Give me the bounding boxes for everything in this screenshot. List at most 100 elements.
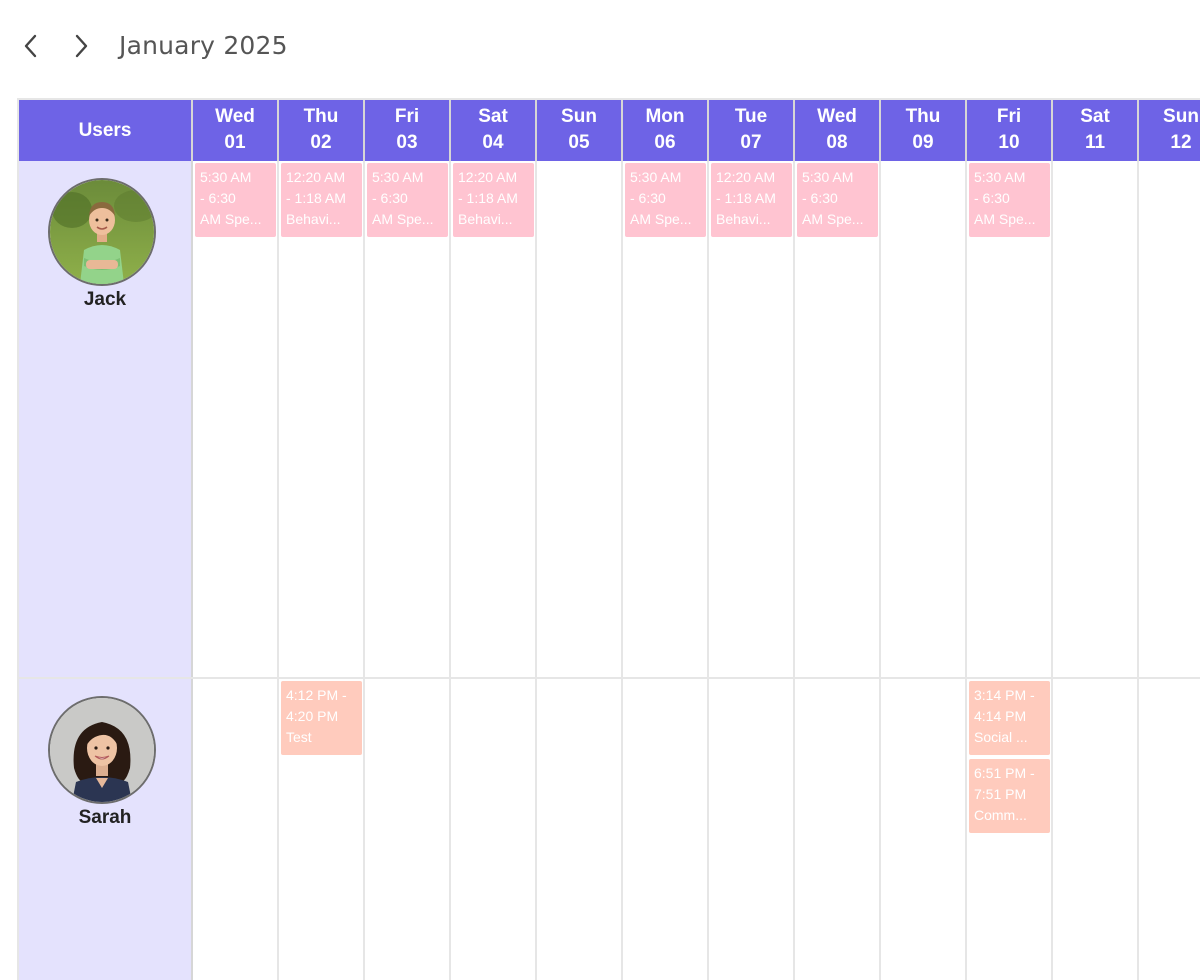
day-header[interactable]: Sun 12: [1139, 100, 1200, 161]
event-text-line: - 6:30: [630, 190, 666, 206]
day-cell[interactable]: 3:14 PM - 4:14 PM Social ... 6:51 PM - 7:51 …: [967, 679, 1053, 980]
day-number: 03: [396, 132, 418, 153]
event-text-line: 4:14 PM: [974, 708, 1027, 724]
avatar[interactable]: [48, 178, 156, 286]
user-name: Jack: [83, 289, 127, 310]
day-cell[interactable]: 12:20 AM - 1:18 AM Behavi...: [279, 161, 365, 677]
event-text-line: 4:20 PM: [286, 708, 339, 724]
user-cell: Jack: [19, 161, 193, 677]
day-header[interactable]: Sat 04: [451, 100, 537, 161]
day-header[interactable]: Mon 06: [623, 100, 709, 161]
day-header[interactable]: Thu 09: [881, 100, 967, 161]
event-block[interactable]: 5:30 AM - 6:30 AM Spe...: [969, 163, 1050, 237]
event-text-line: 12:20 AM: [286, 169, 346, 185]
event-text-line: AM Spe...: [630, 211, 692, 227]
day-cell[interactable]: [881, 679, 967, 980]
day-header[interactable]: Tue 07: [709, 100, 795, 161]
day-header[interactable]: Sat 11: [1053, 100, 1139, 161]
day-name: Fri: [394, 106, 420, 127]
event-block[interactable]: 5:30 AM - 6:30 AM Spe...: [195, 163, 276, 237]
day-cell[interactable]: 5:30 AM - 6:30 AM Spe...: [193, 161, 279, 677]
day-cell[interactable]: [795, 679, 881, 980]
day-name: Mon: [645, 106, 685, 127]
event-text-line: 3:14 PM -: [974, 687, 1035, 703]
avatar[interactable]: [48, 696, 156, 804]
day-cell[interactable]: 4:12 PM - 4:20 PM Test: [279, 679, 365, 980]
event-text-line: 12:20 AM: [716, 169, 776, 185]
event-text-line: AM Spe...: [802, 211, 864, 227]
day-cell[interactable]: 5:30 AM - 6:30 AM Spe...: [967, 161, 1053, 677]
event-text-line: 7:51 PM: [974, 786, 1027, 802]
event-text-line: Comm...: [974, 807, 1027, 823]
month-title: January 2025: [119, 31, 288, 60]
day-header[interactable]: Wed 01: [193, 100, 279, 161]
day-number: 08: [826, 132, 848, 153]
event-text-line: AM Spe...: [372, 211, 434, 227]
event-text-line: - 6:30: [372, 190, 408, 206]
day-cell[interactable]: [365, 679, 451, 980]
event-block[interactable]: 3:14 PM - 4:14 PM Social ...: [969, 681, 1050, 755]
event-block[interactable]: 4:12 PM - 4:20 PM Test: [281, 681, 362, 755]
day-cell[interactable]: 12:20 AM - 1:18 AM Behavi...: [451, 161, 537, 677]
day-cell[interactable]: 5:30 AM - 6:30 AM Spe...: [365, 161, 451, 677]
day-name: Sat: [1080, 106, 1110, 127]
day-number: 02: [310, 132, 332, 153]
day-number: 06: [654, 132, 676, 153]
event-text-line: 4:12 PM -: [286, 687, 347, 703]
boy-avatar-icon: [50, 180, 154, 284]
day-cell[interactable]: [1053, 161, 1139, 677]
day-header[interactable]: Sun 05: [537, 100, 623, 161]
day-cell[interactable]: [1053, 679, 1139, 980]
day-number: 12: [1170, 132, 1192, 153]
event-block[interactable]: 12:20 AM - 1:18 AM Behavi...: [711, 163, 792, 237]
prev-month-button[interactable]: [16, 28, 46, 64]
event-text-line: AM Spe...: [200, 211, 262, 227]
day-number: 05: [568, 132, 590, 153]
day-cell[interactable]: [881, 161, 967, 677]
day-number: 07: [740, 132, 762, 153]
user-cell: Sarah: [19, 679, 193, 980]
event-block[interactable]: 5:30 AM - 6:30 AM Spe...: [367, 163, 448, 237]
day-cell[interactable]: [451, 679, 537, 980]
users-column-header: Users: [19, 100, 193, 161]
event-text-line: Behavi...: [458, 211, 513, 227]
event-block[interactable]: 12:20 AM - 1:18 AM Behavi...: [453, 163, 534, 237]
next-month-button[interactable]: [66, 28, 96, 64]
day-name: Thu: [303, 106, 339, 127]
day-header[interactable]: Thu 02: [279, 100, 365, 161]
scheduler-page: January 2025 Users Wed 01 Thu 02 Fri 03 Sat 04 S…: [0, 0, 1200, 980]
day-name: Wed: [215, 106, 255, 127]
day-cell[interactable]: 5:30 AM - 6:30 AM Spe...: [795, 161, 881, 677]
event-text-line: 5:30 AM: [802, 169, 854, 185]
event-text-line: - 1:18 AM: [458, 190, 518, 206]
event-block[interactable]: 6:51 PM - 7:51 PM Comm...: [969, 759, 1050, 833]
day-cell[interactable]: 12:20 AM - 1:18 AM Behavi...: [709, 161, 795, 677]
event-text-line: Behavi...: [286, 211, 341, 227]
day-cell[interactable]: [623, 679, 709, 980]
event-text-line: - 6:30: [802, 190, 838, 206]
day-cell[interactable]: [537, 679, 623, 980]
event-text-line: 5:30 AM: [974, 169, 1026, 185]
event-block[interactable]: 5:30 AM - 6:30 AM Spe...: [625, 163, 706, 237]
event-text-line: - 6:30: [200, 190, 236, 206]
day-header[interactable]: Fri 03: [365, 100, 451, 161]
day-cell[interactable]: [1139, 161, 1200, 677]
chevron-left-icon: [24, 34, 37, 58]
day-cell[interactable]: [709, 679, 795, 980]
day-header[interactable]: Fri 10: [967, 100, 1053, 161]
event-text-line: - 1:18 AM: [716, 190, 776, 206]
event-block[interactable]: 5:30 AM - 6:30 AM Spe...: [797, 163, 878, 237]
timeline-grid: Users Wed 01 Thu 02 Fri 03 Sat 04 Sun 05 Mon 06 Tue 0…: [17, 98, 1200, 980]
day-header[interactable]: Wed 08: [795, 100, 881, 161]
event-text-line: - 6:30: [974, 190, 1010, 206]
event-text-line: AM Spe...: [974, 211, 1036, 227]
day-cell[interactable]: [1139, 679, 1200, 980]
event-text-line: Behavi...: [716, 211, 771, 227]
day-name: Fri: [996, 106, 1022, 127]
day-cell[interactable]: [193, 679, 279, 980]
day-cell[interactable]: [537, 161, 623, 677]
event-text-line: 5:30 AM: [372, 169, 424, 185]
event-block[interactable]: 12:20 AM - 1:18 AM Behavi...: [281, 163, 362, 237]
day-cell[interactable]: 5:30 AM - 6:30 AM Spe...: [623, 161, 709, 677]
event-text-line: 5:30 AM: [200, 169, 252, 185]
